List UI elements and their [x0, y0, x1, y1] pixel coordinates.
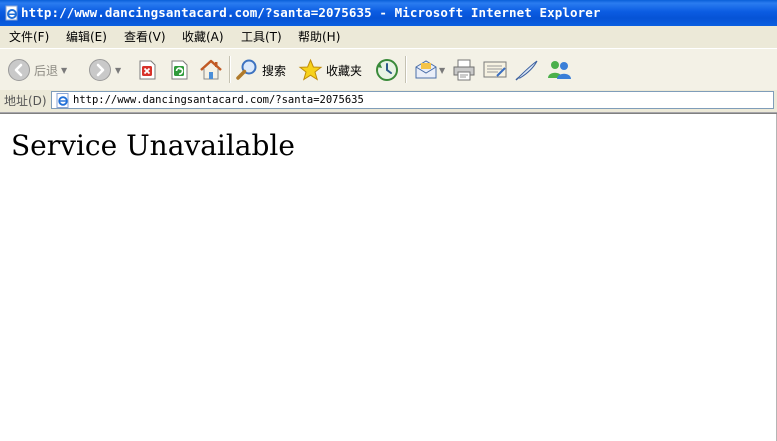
menu-tools[interactable]: 工具(T): [239, 29, 284, 45]
address-bar: 地址(D) http://www.dancingsantacard.com/?s…: [0, 90, 777, 113]
mail-dropdown-icon[interactable]: ▼: [439, 66, 445, 75]
mail-button[interactable]: ▼: [413, 55, 445, 85]
menu-file[interactable]: 文件(F): [7, 29, 51, 45]
history-icon: [376, 59, 398, 81]
forward-arrow-icon: [89, 59, 111, 81]
page-heading: Service Unavailable: [11, 129, 295, 162]
history-button[interactable]: [374, 55, 400, 85]
stop-icon: [139, 60, 156, 80]
favorites-button-label: 收藏夹: [326, 63, 363, 78]
toolbar-separator: [229, 56, 231, 83]
title-bar[interactable]: http://www.dancingsantacard.com/?santa=2…: [0, 0, 777, 26]
address-input[interactable]: http://www.dancingsantacard.com/?santa=2…: [51, 91, 774, 109]
favorites-star-icon: [298, 58, 323, 81]
ie-page-icon: [5, 5, 18, 21]
edit-page-icon: [483, 61, 507, 78]
back-button-label: 后退: [34, 63, 59, 78]
menu-favorites[interactable]: 收藏(A): [180, 29, 226, 45]
address-label: 地址(D): [4, 94, 47, 108]
address-url[interactable]: http://www.dancingsantacard.com/?santa=2…: [73, 93, 364, 108]
window-title: http://www.dancingsantacard.com/?santa=2…: [21, 5, 601, 20]
discuss-quill-icon: [515, 60, 538, 81]
page-content: Service Unavailable: [0, 113, 777, 441]
toolbar-separator: [405, 56, 407, 83]
back-arrow-icon: [8, 59, 30, 81]
menu-view[interactable]: 查看(V): [122, 29, 168, 45]
search-magnifier-icon: [236, 59, 257, 80]
menu-bar: 文件(F) 编辑(E) 查看(V) 收藏(A) 工具(T) 帮助(H): [0, 26, 777, 49]
search-button[interactable]: 搜索: [235, 55, 286, 85]
back-button[interactable]: 后退 ▼: [7, 55, 67, 85]
forward-button[interactable]: ▼: [88, 55, 121, 85]
toolbar: 后退 ▼ ▼ 搜索 收藏夹 ▼: [0, 48, 777, 91]
refresh-icon: [171, 60, 188, 80]
home-icon: [200, 59, 222, 80]
printer-icon: [453, 59, 475, 81]
back-dropdown-icon[interactable]: ▼: [61, 66, 67, 75]
messenger-button[interactable]: [546, 55, 574, 85]
stop-button[interactable]: [136, 55, 158, 85]
print-button[interactable]: [451, 55, 477, 85]
mail-envelope-icon: [415, 60, 437, 79]
search-button-label: 搜索: [262, 63, 287, 78]
favorites-button[interactable]: 收藏夹: [298, 55, 362, 85]
messenger-buddies-icon: [548, 61, 571, 79]
forward-dropdown-icon[interactable]: ▼: [115, 66, 121, 75]
menu-help[interactable]: 帮助(H): [296, 29, 342, 45]
edit-button[interactable]: [482, 55, 508, 85]
refresh-button[interactable]: [168, 55, 190, 85]
ie-page-icon: [56, 93, 69, 108]
menu-edit[interactable]: 编辑(E): [64, 29, 109, 45]
discuss-button[interactable]: [514, 55, 540, 85]
home-button[interactable]: [198, 55, 224, 85]
